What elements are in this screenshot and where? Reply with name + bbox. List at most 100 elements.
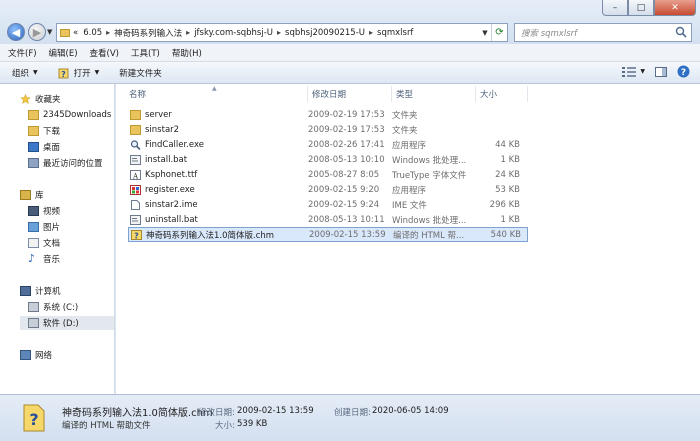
file-name: register.exe [145,185,195,195]
help-file-icon: ? [131,229,142,240]
menu-help[interactable]: 帮助(H) [172,47,202,59]
nav-label: 图片 [43,223,61,233]
maximize-button[interactable]: □ [628,0,654,16]
breadcrumb-separator[interactable]: ▸ [277,28,281,37]
search-icon[interactable] [675,26,687,38]
file-name: install.bat [145,155,188,165]
network-icon [20,350,31,360]
file-date: 2009-02-19 17:53 [308,125,385,135]
address-bar[interactable]: « 6.05 ▸ 神奇码系列输入法 ▸ jfsky.com-sqbhsj-U ▸… [56,23,508,42]
nav-label: 最近访问的位置 [43,159,103,169]
column-label: 名称 [129,90,147,100]
forward-button[interactable]: ▶ [28,23,46,41]
folder-icon [60,28,70,37]
music-icon: ♪ [28,252,36,265]
file-row[interactable]: register.exe 2009-02-15 9:20 应用程序 53 KB [128,183,528,197]
close-button[interactable]: ✕ [654,0,696,16]
address-dropdown[interactable]: ▼ [479,29,491,37]
nav-label: 库 [35,191,44,201]
new-folder-button[interactable]: 新建文件夹 [119,67,162,79]
breadcrumb-separator[interactable]: ▸ [106,28,110,37]
drive-icon [28,302,39,312]
refresh-button[interactable]: ⟳ [491,24,507,41]
documents-icon [28,238,39,248]
details-file-type: 编译的 HTML 帮助文件 [62,421,151,431]
column-label: 修改日期 [312,90,347,100]
file-date: 2009-02-15 13:59 [309,229,386,240]
file-list: 名称 ▲ 修改日期 类型 大小 server 2009-02-19 17:53 … [116,84,700,394]
file-type: 文件夹 [392,126,418,136]
file-row[interactable]: install.bat 2008-05-13 10:10 Windows 批处理… [128,153,528,167]
menu-view[interactable]: 查看(V) [90,47,119,59]
downloads-folder-icon [28,126,39,136]
menu-tools[interactable]: 工具(T) [131,47,160,59]
column-header-name[interactable]: 名称 ▲ [116,85,308,102]
organize-button[interactable]: 组织 ▼ [12,67,38,79]
column-header-type[interactable]: 类型 [392,86,476,102]
menu-file[interactable]: 文件(F) [8,47,37,59]
desktop-icon [28,142,39,152]
minimize-button[interactable]: – [602,0,628,16]
file-type: 编译的 HTML 帮... [393,230,465,241]
breadcrumb-item[interactable]: 神奇码系列输入法 [114,27,182,39]
nav-label: 下载 [43,127,61,137]
file-row-selected[interactable]: ? 神奇码系列输入法1.0简体版.chm 2009-02-15 13:59 编译… [128,227,528,242]
file-type: 文件夹 [392,111,418,121]
file-type: IME 文件 [392,201,427,211]
svg-text:?: ? [134,231,139,240]
file-row[interactable]: server 2009-02-19 17:53 文件夹 [128,108,528,122]
file-row[interactable]: sinstar2 2009-02-19 17:53 文件夹 [128,123,528,137]
folder-icon [130,110,141,120]
file-date: 2009-02-19 17:53 [308,110,385,120]
details-modified-value: 2009-02-15 13:59 [237,406,314,416]
file-size: 1 KB [500,155,520,165]
menu-edit[interactable]: 编辑(E) [49,47,78,59]
nav-item-drive-d[interactable]: 软件 (D:) [20,316,114,330]
library-icon [20,190,31,200]
back-button[interactable]: ◀ [7,23,25,41]
file-size: 24 KB [495,170,520,180]
file-name: uninstall.bat [145,215,198,225]
search-input[interactable]: 搜索 sqmxlsrf [521,27,577,39]
file-size: 540 KB [490,229,521,240]
breadcrumb-item[interactable]: jfsky.com-sqbhsj-U [194,28,273,38]
new-folder-label: 新建文件夹 [119,68,162,79]
details-modified-label: 修改日期: [198,408,235,418]
drive-icon [28,318,39,328]
preview-pane-icon[interactable] [655,66,667,77]
chevron-down-icon: ▼ [33,69,38,76]
svg-text:?: ? [61,70,66,79]
view-dropdown-icon[interactable]: ▼ [640,68,645,75]
details-size-label: 大小: [215,421,235,431]
breadcrumb-separator[interactable]: ▸ [369,28,373,37]
file-row[interactable]: A Ksphonet.ttf 2005-08-27 8:05 TrueType … [128,168,528,182]
column-header-date[interactable]: 修改日期 [308,86,392,102]
breadcrumb-separator[interactable]: ▸ [186,28,190,37]
column-header-size[interactable]: 大小 [476,86,528,102]
view-options-icon[interactable] [622,66,637,77]
recent-places-icon [28,158,39,168]
nav-label: 2345Downloads [43,110,112,120]
chevron-down-icon: ▼ [94,69,100,76]
pictures-icon [28,222,39,232]
open-button[interactable]: ? 打开 ▼ [58,67,100,79]
nav-item-drive-c[interactable]: 系统 (C:) [28,300,114,314]
arrow-right-icon: ▶ [32,25,42,39]
file-row[interactable]: FindCaller.exe 2008-02-26 17:41 应用程序 44 … [128,138,528,152]
address-overflow[interactable]: « [73,28,78,38]
help-file-icon: ? [58,68,69,79]
file-name: server [145,110,172,120]
breadcrumb-item[interactable]: sqmxlsrf [377,28,413,38]
file-row[interactable]: uninstall.bat 2008-05-13 10:11 Windows 批… [128,213,528,227]
details-size-value: 539 KB [237,419,268,429]
help-icon[interactable]: ? [677,65,690,78]
column-label: 类型 [396,90,414,100]
breadcrumb-item[interactable]: sqbhsj20090215-U [285,28,365,38]
breadcrumb-item[interactable]: 6.05 [83,28,102,38]
recent-pages-dropdown[interactable]: ▼ [47,28,52,36]
file-size: 53 KB [495,185,520,195]
file-row[interactable]: sinstar2.ime 2009-02-15 9:24 IME 文件 296 … [128,198,528,212]
details-pane: ? 神奇码系列输入法1.0简体版.chm 编译的 HTML 帮助文件 修改日期:… [0,394,700,441]
search-box[interactable]: 搜索 sqmxlsrf [514,23,692,42]
file-type: 应用程序 [392,141,427,151]
